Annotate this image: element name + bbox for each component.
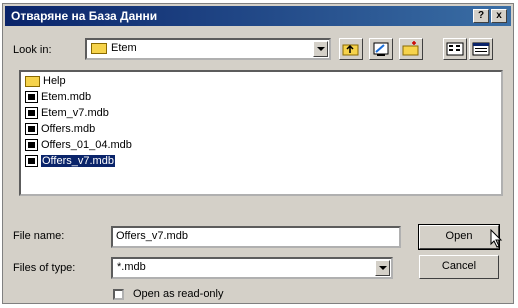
file-list[interactable]: Help Etem.mdb Etem_v7.mdb Offers.mdb Off…	[19, 70, 503, 196]
list-item-help-folder[interactable]: Help	[25, 73, 66, 89]
files-of-type-label: Files of type:	[13, 262, 76, 274]
folder-icon	[25, 75, 40, 87]
database-file-icon	[25, 107, 38, 120]
file-name-label: File name:	[13, 230, 65, 242]
list-view-button[interactable]	[443, 38, 467, 60]
chevron-down-icon[interactable]	[375, 260, 390, 276]
open-button[interactable]: Open	[418, 224, 500, 250]
look-in-label: Look in:	[13, 44, 52, 56]
help-button[interactable]: ?	[473, 9, 489, 23]
list-item-file[interactable]: Etem.mdb	[25, 89, 91, 105]
chevron-down-icon[interactable]	[313, 41, 328, 57]
file-name-field[interactable]	[111, 226, 401, 248]
list-item-file[interactable]: Offers_01_04.mdb	[25, 137, 132, 153]
list-item-file[interactable]: Etem_v7.mdb	[25, 105, 109, 121]
look-in-value: Etem	[111, 42, 137, 54]
details-view-button[interactable]	[469, 38, 493, 60]
title-bar[interactable]: Отваряне на База Данни ? x	[5, 6, 511, 26]
open-database-dialog: Отваряне на База Данни ? x Look in: Etem…	[2, 3, 514, 304]
details-view-icon	[472, 42, 490, 56]
list-item-file[interactable]: Offers.mdb	[25, 121, 95, 137]
database-file-icon	[25, 139, 38, 152]
list-item-file-selected[interactable]: Offers_v7.mdb	[25, 153, 116, 169]
list-view-icon	[446, 42, 464, 56]
look-in-combo[interactable]: Etem	[85, 38, 331, 60]
new-folder-icon	[402, 41, 419, 56]
cancel-button[interactable]: Cancel	[419, 255, 499, 279]
read-only-label: Open as read-only	[133, 288, 224, 300]
up-one-level-button[interactable]	[339, 38, 363, 60]
cursor-icon	[490, 229, 503, 248]
database-file-icon	[25, 155, 38, 168]
files-of-type-combo[interactable]: *.mdb	[111, 257, 393, 279]
close-button[interactable]: x	[491, 9, 507, 23]
database-file-icon	[25, 123, 38, 136]
folder-icon	[91, 42, 107, 54]
files-of-type-value: *.mdb	[117, 261, 146, 273]
desktop-icon	[373, 42, 389, 56]
file-name-input[interactable]	[116, 230, 374, 242]
read-only-checkbox[interactable]	[113, 289, 124, 300]
database-file-icon	[25, 91, 38, 104]
desktop-button[interactable]	[369, 38, 393, 60]
dialog-title: Отваряне на База Данни	[11, 9, 158, 23]
up-one-level-icon	[342, 44, 359, 56]
new-folder-button[interactable]	[399, 38, 423, 60]
